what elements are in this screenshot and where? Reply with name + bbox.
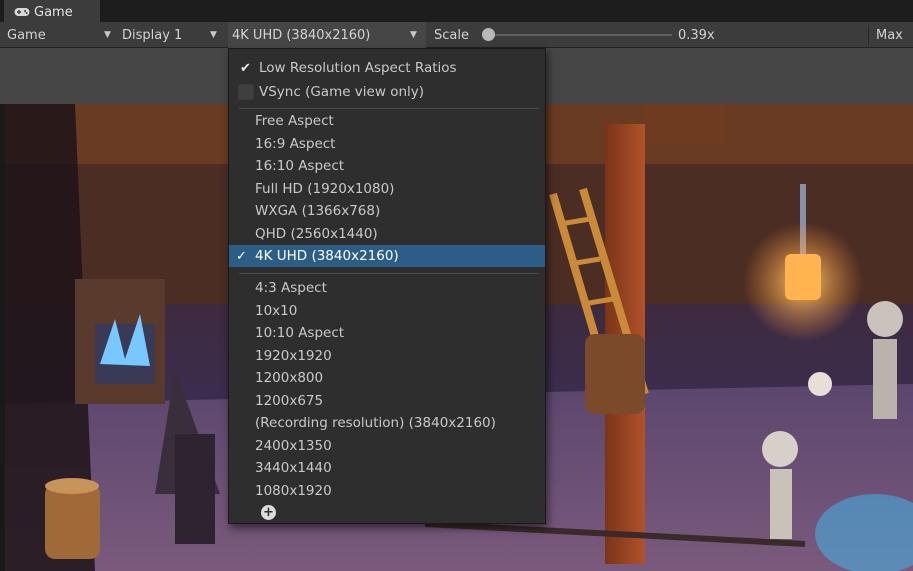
menu-item-3440x1440[interactable]: 3440x1440 <box>229 457 545 479</box>
resolution-select[interactable]: 4K UHD (3840x2160) ▼ <box>228 22 426 48</box>
toolbar-divider <box>868 25 869 45</box>
chevron-down-icon: ▼ <box>410 30 417 40</box>
menu-item-label: VSync (Game view only) <box>259 84 425 100</box>
menu-item-4-3-aspect[interactable]: 4:3 Aspect <box>229 277 545 299</box>
resolution-select-label: 4K UHD (3840x2160) <box>232 27 371 43</box>
menu-item-label: 10x10 <box>255 303 298 319</box>
gamepad-icon <box>14 8 30 16</box>
scale-value: 0.39x <box>678 27 715 43</box>
menu-item-1920x1920[interactable]: 1920x1920 <box>229 345 545 367</box>
menu-item-10-10-aspect[interactable]: 10:10 Aspect <box>229 322 545 344</box>
menu-item-4k-uhd[interactable]: ✓ 4K UHD (3840x2160) <box>229 245 545 267</box>
scale-label: Scale <box>434 27 469 43</box>
chevron-down-icon: ▼ <box>104 30 111 40</box>
tab-label: Game <box>34 4 73 20</box>
menu-item-16-9-aspect[interactable]: 16:9 Aspect <box>229 133 545 155</box>
tab-game[interactable]: Game <box>4 0 100 22</box>
maximize-on-play-toggle[interactable]: Max <box>876 22 903 48</box>
menu-item-label: QHD (2560x1440) <box>255 226 378 242</box>
menu-separator <box>239 273 539 274</box>
menu-item-wxga[interactable]: WXGA (1366x768) <box>229 200 545 222</box>
menu-item-label: 2400x1350 <box>255 438 332 454</box>
tab-bar: Game <box>0 0 913 22</box>
menu-item-label: 1200x675 <box>255 393 324 409</box>
menu-item-label: 1920x1920 <box>255 348 332 364</box>
menu-item-label: WXGA (1366x768) <box>255 203 381 219</box>
checkmark-icon: ✓ <box>236 248 247 264</box>
menu-item-label: Full HD (1920x1080) <box>255 181 395 197</box>
menu-separator <box>239 108 539 109</box>
display-select-label: Display 1 <box>122 27 183 43</box>
menu-item-label: 4K UHD (3840x2160) <box>255 248 399 264</box>
view-select-label: Game <box>7 27 46 43</box>
menu-item-free-aspect[interactable]: Free Aspect <box>229 110 545 132</box>
menu-item-label: Low Resolution Aspect Ratios <box>259 60 457 76</box>
chevron-down-icon: ▼ <box>210 30 217 40</box>
plus-circle-icon[interactable]: + <box>261 505 276 520</box>
menu-item-10x10[interactable]: 10x10 <box>229 300 545 322</box>
menu-item-label: 16:9 Aspect <box>255 136 336 152</box>
game-toolbar: Game ▼ Display 1 ▼ 4K UHD (3840x2160) ▼ … <box>0 22 913 48</box>
menu-item-1080x1920[interactable]: 1080x1920 <box>229 480 545 502</box>
checkmark-icon: ✔ <box>240 60 251 76</box>
maximize-label: Max <box>876 27 903 43</box>
menu-item-2400x1350[interactable]: 2400x1350 <box>229 435 545 457</box>
menu-item-label: 3440x1440 <box>255 460 332 476</box>
menu-item-label: 16:10 Aspect <box>255 158 345 174</box>
menu-item-full-hd[interactable]: Full HD (1920x1080) <box>229 178 545 200</box>
menu-item-qhd[interactable]: QHD (2560x1440) <box>229 223 545 245</box>
scale-slider-track[interactable] <box>488 34 672 36</box>
menu-item-1200x675[interactable]: 1200x675 <box>229 390 545 412</box>
menu-item-label: 10:10 Aspect <box>255 325 345 341</box>
aspect-ratio-menu: ✔ Low Resolution Aspect Ratios VSync (Ga… <box>228 48 546 524</box>
menu-item-label: (Recording resolution) (3840x2160) <box>255 415 496 431</box>
menu-item-16-10-aspect[interactable]: 16:10 Aspect <box>229 155 545 177</box>
scale-slider-thumb[interactable] <box>482 28 495 41</box>
menu-item-vsync[interactable]: VSync (Game view only) <box>229 81 545 103</box>
menu-item-label: Free Aspect <box>255 113 334 129</box>
view-select[interactable]: Game ▼ <box>7 22 117 48</box>
menu-item-low-resolution-aspect-ratios[interactable]: ✔ Low Resolution Aspect Ratios <box>229 57 545 79</box>
menu-item-label: 1080x1920 <box>255 483 332 499</box>
menu-item-1200x800[interactable]: 1200x800 <box>229 367 545 389</box>
display-select[interactable]: Display 1 ▼ <box>122 22 224 48</box>
checkbox-unchecked-icon <box>238 84 254 100</box>
menu-item-label: 1200x800 <box>255 370 324 386</box>
menu-item-recording-resolution[interactable]: (Recording resolution) (3840x2160) <box>229 412 545 434</box>
menu-item-label: 4:3 Aspect <box>255 280 327 296</box>
